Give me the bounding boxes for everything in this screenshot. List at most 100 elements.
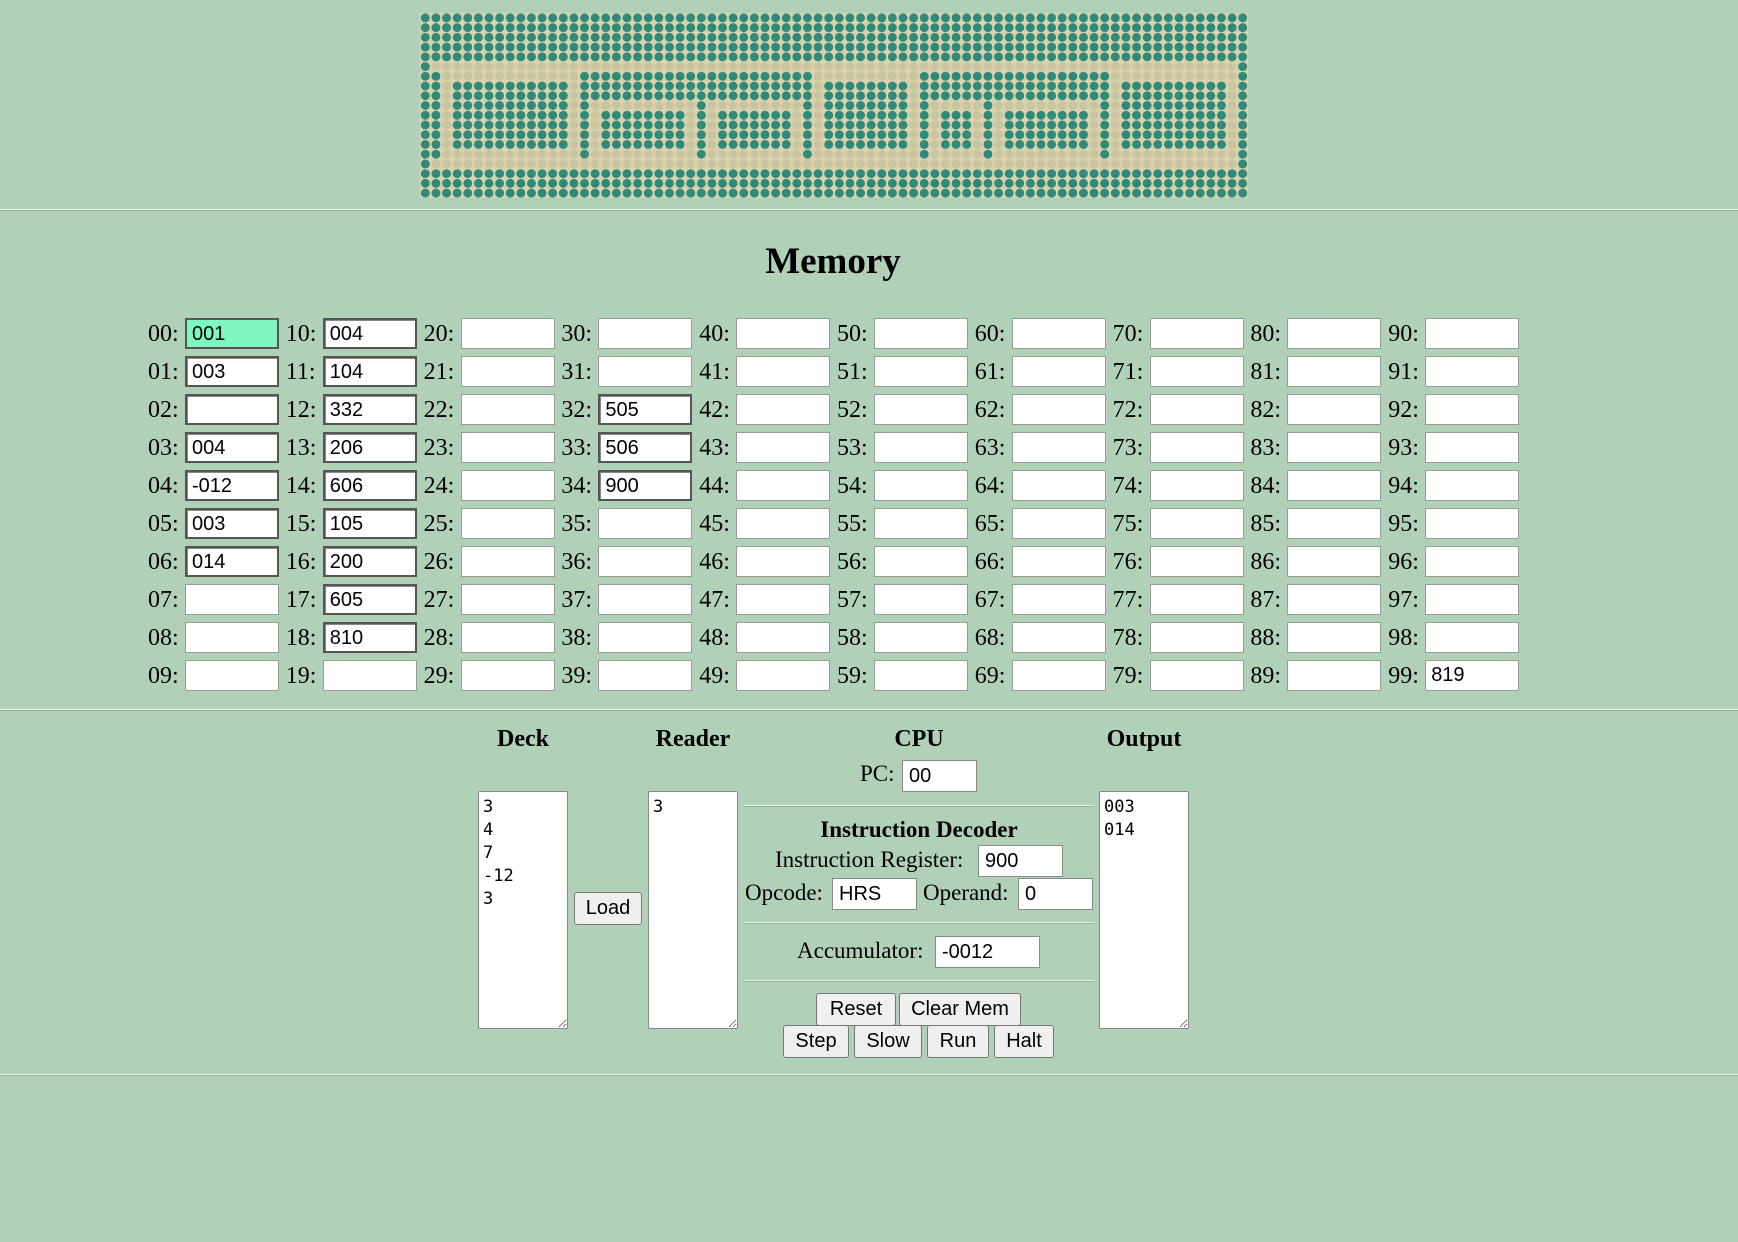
memory-input-05[interactable]: 003 [185, 508, 279, 539]
memory-input-50[interactable] [874, 318, 968, 349]
memory-input-77[interactable] [1149, 584, 1244, 615]
memory-input-62[interactable] [1011, 394, 1106, 425]
memory-input-27[interactable] [460, 584, 555, 615]
memory-input-38[interactable] [598, 622, 693, 653]
memory-input-24[interactable] [460, 470, 555, 501]
memory-input-43[interactable] [736, 432, 831, 463]
memory-input-59[interactable] [874, 660, 968, 691]
memory-input-19[interactable] [322, 660, 417, 691]
memory-input-39[interactable] [598, 660, 693, 691]
memory-input-94[interactable] [1425, 470, 1520, 501]
memory-input-37[interactable] [598, 584, 693, 615]
instruction-register-field[interactable]: 900 [978, 845, 1063, 877]
memory-input-65[interactable] [1011, 508, 1106, 539]
load-button[interactable]: Load [574, 892, 642, 925]
memory-input-53[interactable] [874, 432, 968, 463]
memory-input-79[interactable] [1149, 660, 1244, 691]
memory-input-73[interactable] [1149, 432, 1244, 463]
memory-input-83[interactable] [1287, 432, 1382, 463]
memory-input-67[interactable] [1011, 584, 1106, 615]
memory-input-99[interactable]: 819 [1425, 660, 1520, 691]
memory-input-47[interactable] [736, 584, 831, 615]
memory-input-40[interactable] [736, 318, 831, 349]
memory-input-21[interactable] [460, 356, 555, 387]
memory-input-25[interactable] [460, 508, 555, 539]
memory-input-68[interactable] [1011, 622, 1106, 653]
memory-input-15[interactable]: 105 [322, 508, 417, 539]
memory-input-02[interactable] [185, 394, 279, 425]
memory-input-55[interactable] [874, 508, 968, 539]
memory-input-89[interactable] [1287, 660, 1382, 691]
memory-input-06[interactable]: 014 [185, 546, 279, 577]
memory-input-08[interactable] [185, 622, 279, 653]
memory-input-71[interactable] [1149, 356, 1244, 387]
memory-input-42[interactable] [736, 394, 831, 425]
memory-input-34[interactable]: 900 [598, 470, 693, 501]
memory-input-85[interactable] [1287, 508, 1382, 539]
memory-input-69[interactable] [1011, 660, 1106, 691]
deck-textarea[interactable]: 3 4 7 -12 3 [478, 791, 568, 1029]
memory-input-35[interactable] [598, 508, 693, 539]
memory-input-91[interactable] [1425, 356, 1520, 387]
memory-input-22[interactable] [460, 394, 555, 425]
step-button[interactable]: Step [783, 1025, 849, 1058]
memory-input-10[interactable]: 004 [322, 318, 417, 349]
memory-input-33[interactable]: 506 [598, 432, 693, 463]
memory-input-26[interactable] [460, 546, 555, 577]
memory-input-90[interactable] [1425, 318, 1520, 349]
memory-input-13[interactable]: 206 [322, 432, 417, 463]
memory-input-58[interactable] [874, 622, 968, 653]
memory-input-44[interactable] [736, 470, 831, 501]
memory-input-14[interactable]: 606 [322, 470, 417, 501]
opcode-field[interactable]: HRS [832, 878, 917, 910]
memory-input-84[interactable] [1287, 470, 1382, 501]
memory-input-18[interactable]: 810 [322, 622, 417, 653]
memory-input-56[interactable] [874, 546, 968, 577]
memory-input-52[interactable] [874, 394, 968, 425]
memory-input-96[interactable] [1425, 546, 1520, 577]
memory-input-48[interactable] [736, 622, 831, 653]
memory-input-09[interactable] [185, 660, 279, 691]
memory-input-57[interactable] [874, 584, 968, 615]
operand-field[interactable]: 0 [1018, 878, 1093, 910]
memory-input-20[interactable] [460, 318, 555, 349]
memory-input-07[interactable] [185, 584, 279, 615]
slow-button[interactable]: Slow [854, 1025, 922, 1058]
clear-mem-button[interactable]: Clear Mem [899, 993, 1021, 1026]
memory-input-03[interactable]: 004 [185, 432, 279, 463]
memory-input-01[interactable]: 003 [185, 356, 279, 387]
memory-input-64[interactable] [1011, 470, 1106, 501]
memory-input-11[interactable]: 104 [322, 356, 417, 387]
memory-input-63[interactable] [1011, 432, 1106, 463]
memory-input-49[interactable] [736, 660, 831, 691]
memory-input-30[interactable] [598, 318, 693, 349]
memory-input-16[interactable]: 200 [322, 546, 417, 577]
memory-input-82[interactable] [1287, 394, 1382, 425]
memory-input-29[interactable] [460, 660, 555, 691]
memory-input-66[interactable] [1011, 546, 1106, 577]
memory-input-04[interactable]: -012 [185, 470, 279, 501]
memory-input-12[interactable]: 332 [322, 394, 417, 425]
memory-input-87[interactable] [1287, 584, 1382, 615]
memory-input-32[interactable]: 505 [598, 394, 693, 425]
memory-input-61[interactable] [1011, 356, 1106, 387]
memory-input-51[interactable] [874, 356, 968, 387]
memory-input-97[interactable] [1425, 584, 1520, 615]
run-button[interactable]: Run [927, 1025, 989, 1058]
accumulator-field[interactable]: -0012 [935, 936, 1040, 968]
memory-input-36[interactable] [598, 546, 693, 577]
reader-textarea[interactable]: 3 [648, 791, 738, 1029]
memory-input-31[interactable] [598, 356, 693, 387]
output-textarea[interactable]: 003 014 [1099, 791, 1189, 1029]
halt-button[interactable]: Halt [994, 1025, 1054, 1058]
memory-input-80[interactable] [1287, 318, 1382, 349]
memory-input-86[interactable] [1287, 546, 1382, 577]
memory-input-46[interactable] [736, 546, 831, 577]
memory-input-81[interactable] [1287, 356, 1382, 387]
memory-input-74[interactable] [1149, 470, 1244, 501]
memory-input-70[interactable] [1149, 318, 1244, 349]
memory-input-76[interactable] [1149, 546, 1244, 577]
memory-input-60[interactable] [1011, 318, 1106, 349]
memory-input-28[interactable] [460, 622, 555, 653]
memory-input-45[interactable] [736, 508, 831, 539]
